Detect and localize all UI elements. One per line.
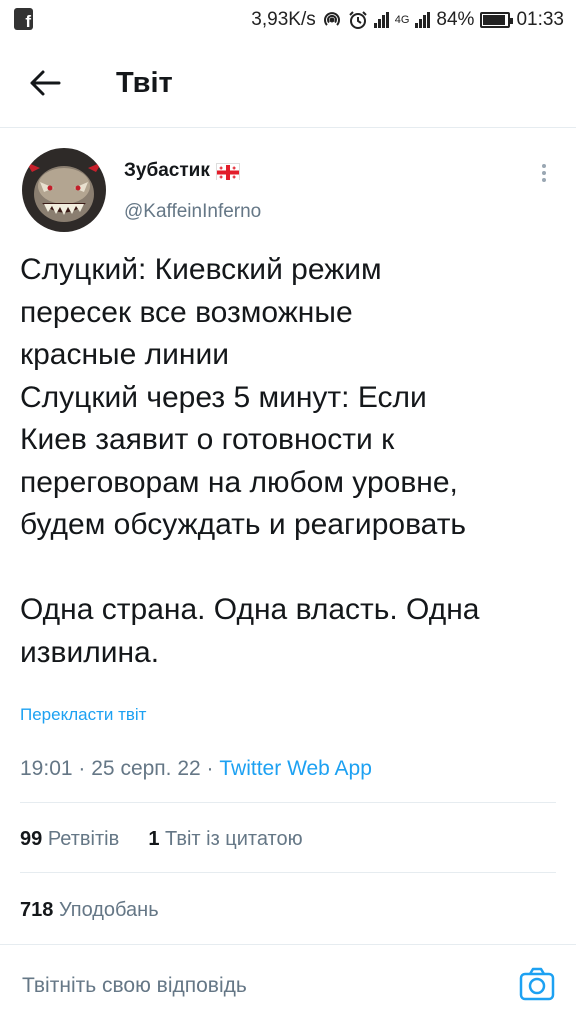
retweets-count: 99 — [20, 828, 43, 850]
author-name[interactable]: Зубастик — [124, 160, 240, 182]
reply-bar: Твітніть свою відповідь — [0, 944, 576, 1024]
status-bar: 3,93K/s 4G 84% 01:33 — [0, 0, 576, 40]
avatar-image — [22, 148, 106, 232]
network-speed: 3,93K/s — [251, 9, 316, 30]
network-type: 4G — [394, 14, 410, 26]
georgia-flag-icon — [215, 162, 240, 180]
divider — [20, 872, 556, 873]
signal-icon-2 — [415, 12, 431, 28]
status-bar-right: 3,93K/s 4G 84% 01:33 — [251, 9, 564, 31]
retweets-stat[interactable]: 99 Ретвітів — [20, 828, 119, 850]
reply-input[interactable]: Твітніть свою відповідь — [22, 974, 247, 998]
quotes-label: Твіт із цитатою — [165, 828, 303, 850]
page-title: Твіт — [116, 67, 173, 99]
author-name-text: Зубастик — [124, 160, 210, 181]
likes-label: Уподобань — [58, 899, 159, 921]
translate-tweet-link[interactable]: Перекласти твіт — [20, 705, 146, 725]
meta-separator: · — [78, 757, 86, 780]
quotes-stat[interactable]: 1 Твіт із цитатою — [148, 828, 302, 850]
alarm-icon — [349, 11, 367, 29]
facebook-icon — [14, 8, 33, 32]
retweets-label: Ретвітів — [47, 828, 120, 850]
meta-separator-2: · — [206, 757, 214, 780]
tweet-date: 25 серп. 22 — [91, 757, 201, 780]
hotspot-icon — [323, 12, 340, 26]
tweet-text: Слуцкий: Киевский режим пересек все возм… — [20, 253, 480, 669]
signal-icon — [373, 12, 389, 28]
divider — [20, 802, 556, 803]
tweet-meta: 19:01 · 25 серп. 22 · Twitter Web App — [20, 757, 372, 781]
top-app-bar: Твіт — [0, 40, 576, 128]
author-handle[interactable]: @KaffeinInferno — [124, 201, 261, 223]
more-vertical-icon[interactable] — [536, 160, 552, 186]
avatar[interactable] — [22, 148, 106, 232]
likes-stat[interactable]: 718 Уподобань — [20, 899, 159, 922]
clock: 01:33 — [516, 9, 564, 30]
retweet-stats: 99 Ретвітів 1 Твіт із цитатою — [20, 828, 303, 851]
tweet-time: 19:01 — [20, 757, 73, 780]
camera-icon[interactable] — [519, 967, 555, 1001]
quotes-count: 1 — [148, 828, 160, 850]
battery-percent: 84% — [436, 9, 475, 30]
tweet-source-link[interactable]: Twitter Web App — [219, 757, 372, 780]
facebook-notification-icon — [14, 8, 33, 32]
likes-count: 718 — [20, 899, 54, 921]
back-arrow-icon[interactable] — [28, 68, 62, 98]
battery-icon — [480, 12, 514, 28]
